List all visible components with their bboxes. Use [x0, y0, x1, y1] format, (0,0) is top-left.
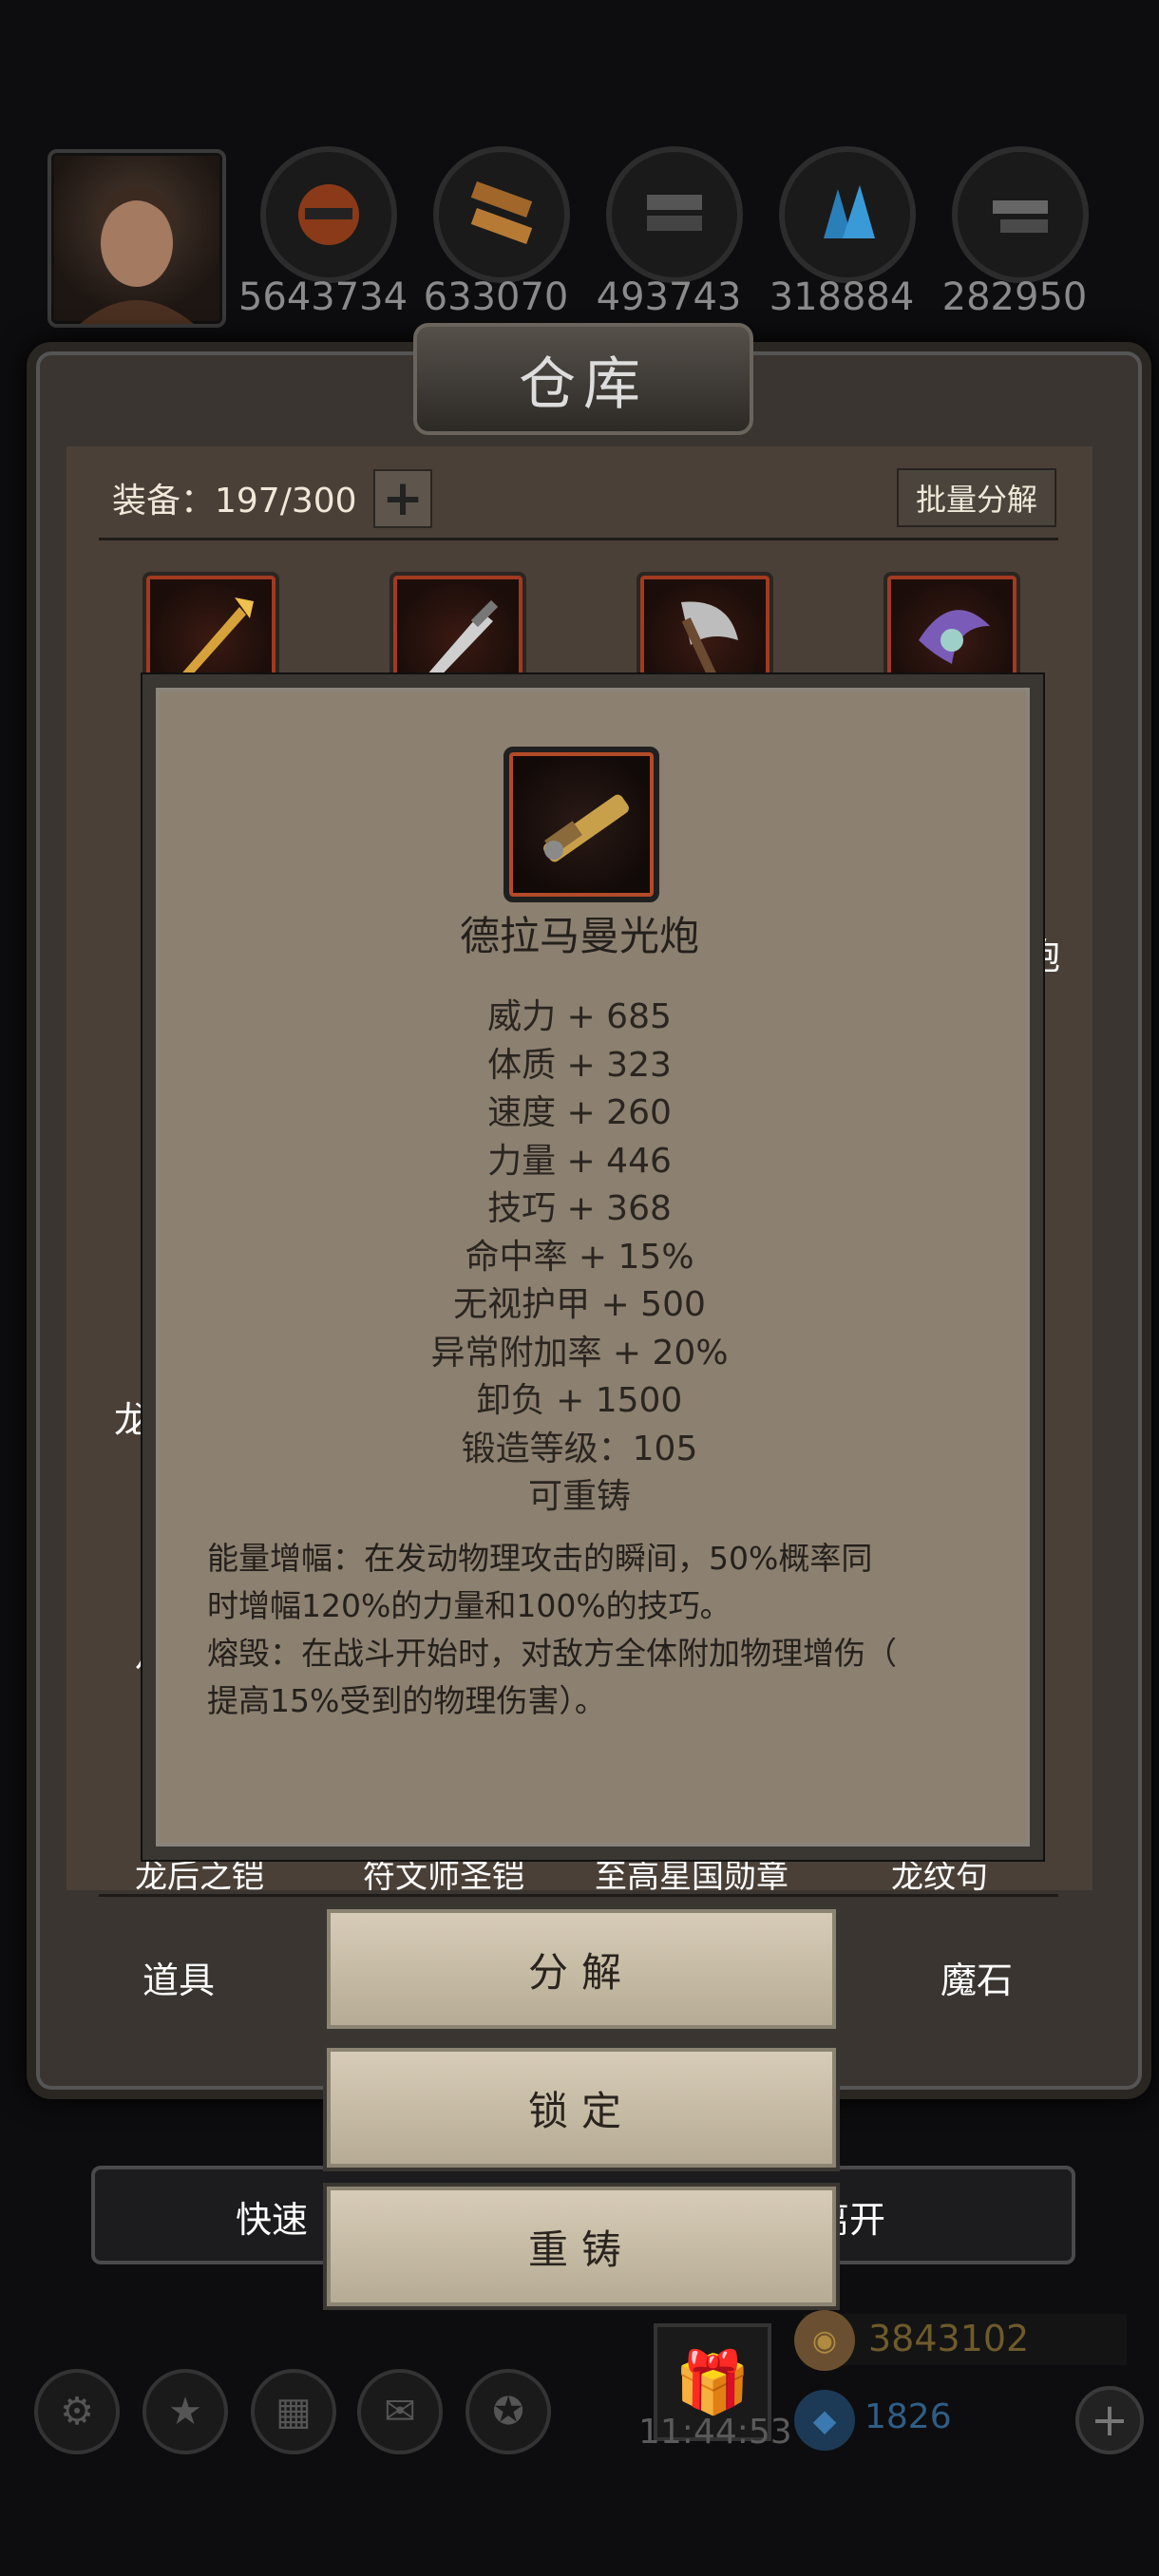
wood-amount: 633070: [423, 275, 569, 319]
stat-line: 卸负 + 1500: [476, 1381, 683, 1420]
expand-capacity-button[interactable]: +: [373, 469, 432, 528]
steel-icon[interactable]: [952, 146, 1089, 283]
mail-icon[interactable]: ✉: [357, 2369, 443, 2454]
description-line: 能量增幅：在发动物理攻击的瞬间，50%概率同: [207, 1540, 873, 1577]
meat-amount: 5643734: [238, 275, 408, 319]
quest-icon[interactable]: ▦: [251, 2369, 336, 2454]
description-line: 提高15%受到的物理伤害）。: [207, 1682, 606, 1719]
iron-amount: 493743: [596, 275, 742, 319]
decompose-button[interactable]: 分解: [323, 1905, 840, 2033]
portrait-figure-icon: [80, 186, 194, 324]
iron-icon[interactable]: [606, 146, 743, 283]
stat-line: 威力 + 685: [487, 997, 672, 1036]
forge-level: 锻造等级：105: [461, 1429, 698, 1468]
stat-line: 体质 + 323: [487, 1045, 672, 1085]
stat-line: 速度 + 260: [487, 1093, 672, 1132]
batch-decompose-button[interactable]: 批量分解: [897, 468, 1056, 527]
crystal-icon[interactable]: [779, 146, 916, 283]
gem-amount: 1826: [864, 2397, 952, 2436]
item-icon: [504, 747, 659, 902]
stat-line: 无视护甲 + 500: [453, 1285, 706, 1324]
item-name: 德拉马曼光炮: [459, 913, 699, 959]
gem-icon: ◆: [794, 2390, 855, 2451]
lock-button[interactable]: 锁定: [323, 2044, 840, 2171]
gift-timer: 11:44:53: [638, 2413, 792, 2452]
gold-amount: 3843102: [868, 2318, 1030, 2359]
meat-icon[interactable]: [260, 146, 397, 283]
divider: [99, 1894, 1058, 1897]
tab-magic-stones[interactable]: 魔石: [940, 1951, 1013, 2003]
stat-line: 命中率 + 15%: [465, 1237, 694, 1277]
reforge-button[interactable]: 重铸: [323, 2183, 840, 2310]
settings-icon[interactable]: ⚙: [34, 2369, 120, 2454]
description-line: 时增幅120%的力量和100%的技巧。: [207, 1587, 732, 1624]
item-stats: 威力 + 685 体质 + 323 速度 + 260 力量 + 446 技巧 +…: [142, 994, 1016, 1522]
description-line: 熔毁：在战斗开始时，对敌方全体附加物理增伤（: [207, 1635, 897, 1672]
wood-icon[interactable]: [433, 146, 570, 283]
cannon-icon: [543, 794, 629, 862]
tab-items[interactable]: 道具: [142, 1951, 215, 2003]
stat-line: 异常附加率 + 20%: [430, 1333, 729, 1373]
item-description: 能量增幅：在发动物理攻击的瞬间，50%概率同 时增幅120%的力量和100%的技…: [207, 1535, 967, 1725]
gold-coin-icon: ◉: [794, 2310, 855, 2371]
reforgeable-note: 可重铸: [527, 1477, 631, 1516]
star-icon[interactable]: ★: [142, 2369, 228, 2454]
crystal-amount: 318884: [769, 275, 915, 319]
warehouse-title: 仓库: [413, 323, 753, 435]
stat-line: 技巧 + 368: [487, 1189, 672, 1228]
add-currency-button[interactable]: +: [1075, 2386, 1144, 2454]
quick-button[interactable]: 快速: [236, 2190, 308, 2243]
divider: [99, 538, 1058, 540]
guild-icon[interactable]: ✪: [466, 2369, 551, 2454]
character-portrait[interactable]: [48, 149, 226, 328]
equipment-count: 装备：197/300: [112, 482, 357, 521]
stat-line: 力量 + 446: [487, 1141, 672, 1181]
steel-amount: 282950: [941, 275, 1088, 319]
